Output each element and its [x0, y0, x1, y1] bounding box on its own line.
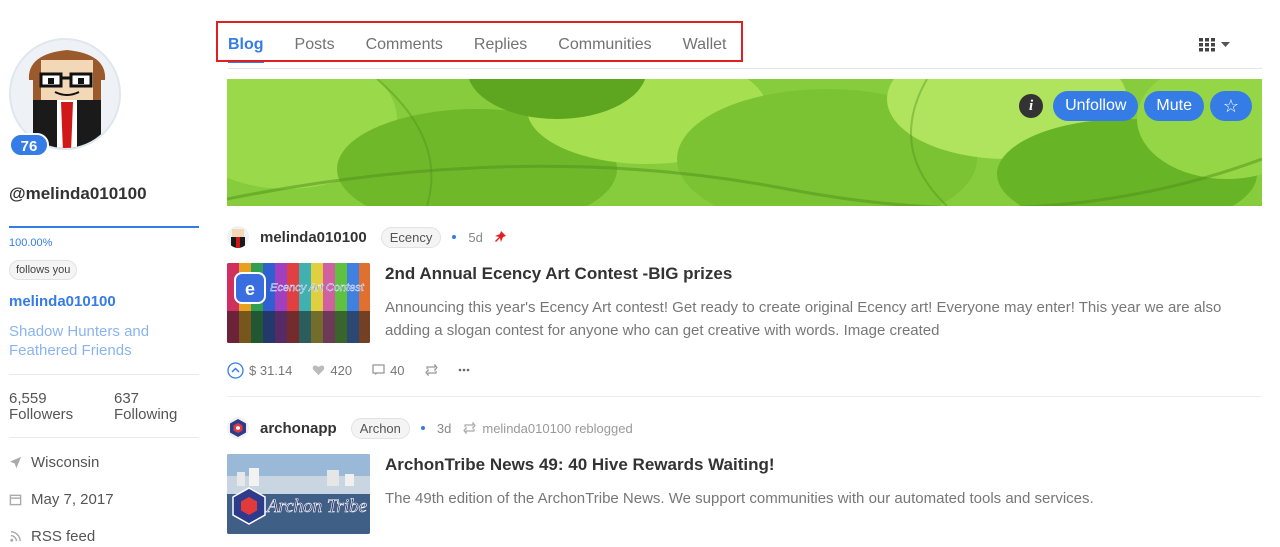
- profile-username: @melinda010100: [9, 184, 147, 203]
- location-text: Wisconsin: [31, 454, 100, 471]
- author-name[interactable]: archonapp: [260, 420, 337, 437]
- profile-cover-image: i Unfollow Mute ☆: [227, 79, 1262, 206]
- post-header: archonapp Archon 3d melinda010100 reblog…: [227, 416, 1262, 440]
- location-arrow-icon: [9, 456, 22, 469]
- community-tag[interactable]: Ecency: [380, 226, 442, 248]
- post-title[interactable]: ArchonTribe News 49: 40 Hive Rewards Wai…: [385, 455, 775, 475]
- thumbnail-image: e Ecency Art Contest: [227, 263, 370, 343]
- post-divider: [227, 396, 1262, 397]
- post-title[interactable]: 2nd Annual Ecency Art Contest -BIG prize…: [385, 264, 732, 284]
- more-icon: [458, 368, 469, 372]
- post-summary[interactable]: The 49th edition of the ArchonTribe News…: [385, 487, 1261, 510]
- thumbnail-image: Archon Tribe: [227, 454, 370, 534]
- favorite-star-button[interactable]: ☆: [1210, 91, 1252, 121]
- upvote-button[interactable]: $ 31.14: [227, 361, 292, 379]
- joined-text: May 7, 2017: [31, 491, 114, 508]
- votes-button[interactable]: 420: [312, 363, 352, 378]
- reputation-badge: 76: [9, 133, 49, 157]
- unfollow-button[interactable]: Unfollow: [1053, 91, 1139, 121]
- following-label: Following: [114, 406, 178, 423]
- tab-communities[interactable]: Communities: [558, 28, 651, 63]
- separator-dot: [452, 235, 457, 239]
- author-name[interactable]: melinda010100: [260, 229, 367, 246]
- post-time: 5d: [468, 229, 483, 245]
- author-avatar-image: [227, 226, 249, 248]
- tab-posts[interactable]: Posts: [295, 28, 335, 63]
- profile-about: Shadow Hunters and Feathered Friends: [9, 323, 150, 359]
- post-body: Archon Tribe ArchonTribe News 49: 40 Hiv…: [227, 454, 1262, 534]
- comments-count: 40: [390, 362, 405, 378]
- tab-comments[interactable]: Comments: [366, 28, 443, 63]
- upvote-icon: [227, 361, 244, 379]
- sidebar-divider: [9, 374, 199, 375]
- rss-link[interactable]: RSS feed: [31, 528, 95, 545]
- profile-location: Wisconsin: [9, 454, 99, 471]
- reblog-icon: [424, 364, 438, 376]
- feed-post: archonapp Archon 3d melinda010100 reblog…: [227, 416, 1262, 534]
- following-stat[interactable]: 637 Following: [114, 391, 177, 423]
- info-icon[interactable]: i: [1019, 94, 1044, 118]
- view-mode-toggle[interactable]: [1199, 38, 1230, 52]
- post-time: 3d: [436, 420, 452, 436]
- tab-wallet[interactable]: Wallet: [683, 28, 727, 63]
- more-options-button[interactable]: [458, 368, 470, 372]
- chevron-down-icon: [1221, 42, 1230, 47]
- pin-icon: [494, 231, 506, 242]
- voting-power-text: 100.00%: [9, 237, 53, 249]
- reblog-icon: [463, 422, 477, 434]
- feed-post: melinda010100 Ecency 5d e Ecency Art Con…: [227, 225, 1262, 380]
- reblogged-by: melinda010100 reblogged: [463, 421, 633, 436]
- author-avatar[interactable]: [227, 226, 249, 248]
- post-body: e Ecency Art Contest 2nd Annual Ecency A…: [227, 263, 1262, 343]
- tabs-underline: [228, 68, 1262, 69]
- profile-rss[interactable]: RSS feed: [9, 528, 95, 545]
- calendar-icon: [9, 494, 22, 506]
- svg-text:e: e: [245, 279, 255, 299]
- archon-logo-icon: [227, 417, 249, 439]
- post-footer: $ 31.14 420 40: [227, 360, 1262, 380]
- tab-replies[interactable]: Replies: [474, 28, 527, 63]
- payout-value[interactable]: $ 31.14: [249, 363, 292, 378]
- thumbnail-caption: Ecency Art Contest: [270, 282, 365, 294]
- profile-tabs: Blog Posts Comments Replies Communities …: [228, 28, 758, 63]
- grid-icon: [1199, 38, 1215, 52]
- reblogged-by-text[interactable]: melinda010100 reblogged: [482, 421, 632, 436]
- following-count: 637: [114, 390, 140, 407]
- followers-label: Followers: [9, 406, 74, 423]
- votes-count: 420: [330, 362, 353, 378]
- sidebar-divider: [9, 437, 199, 438]
- follows-you-badge: follows you: [9, 260, 78, 280]
- comment-icon: [372, 364, 385, 375]
- followers-count: 6,559: [9, 390, 47, 407]
- cover-actions: i Unfollow Mute ☆: [1019, 91, 1252, 121]
- voting-power-bar: [9, 226, 199, 228]
- profile-sidebar: 76 @melinda010100 100.00% follows you me…: [9, 0, 199, 547]
- rss-icon: [10, 531, 21, 542]
- comments-button[interactable]: 40: [372, 362, 405, 378]
- community-tag[interactable]: Archon: [350, 417, 410, 439]
- separator-dot: [420, 426, 425, 430]
- post-thumbnail[interactable]: Archon Tribe: [227, 454, 370, 534]
- mute-button[interactable]: Mute: [1144, 91, 1204, 121]
- followers-stat[interactable]: 6,559 Followers: [9, 391, 73, 423]
- profile-display-name: melinda010100: [9, 293, 116, 310]
- profile-joined: May 7, 2017: [9, 491, 114, 508]
- author-avatar[interactable]: [227, 417, 249, 439]
- post-summary[interactable]: Announcing this year's Ecency Art contes…: [385, 296, 1261, 342]
- post-thumbnail[interactable]: e Ecency Art Contest: [227, 263, 370, 343]
- heart-icon: [313, 365, 325, 375]
- tab-blog[interactable]: Blog: [228, 28, 264, 63]
- thumbnail-caption: Archon Tribe: [265, 496, 367, 517]
- reblog-button[interactable]: [424, 364, 438, 376]
- post-header: melinda010100 Ecency 5d: [227, 225, 1262, 249]
